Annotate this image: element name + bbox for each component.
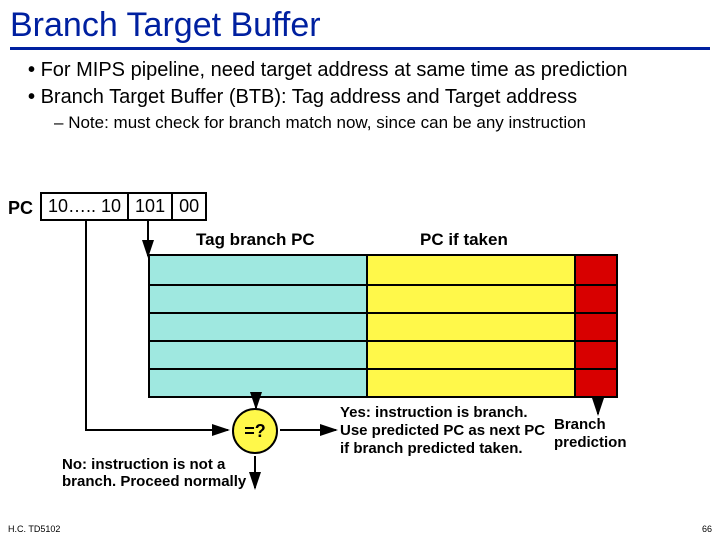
bullet-list: For MIPS pipeline, need target address a… bbox=[0, 58, 720, 133]
table-row bbox=[150, 256, 616, 284]
target-column-header: PC if taken bbox=[420, 230, 508, 250]
footer-left: H.C. TD5102 bbox=[8, 524, 60, 534]
btb-table bbox=[148, 254, 618, 398]
tag-column-header: Tag branch PC bbox=[196, 230, 315, 250]
pc-label: PC bbox=[8, 198, 33, 219]
table-row bbox=[150, 312, 616, 340]
branch-prediction-label: Branch prediction bbox=[554, 416, 654, 452]
target-cell bbox=[368, 256, 576, 284]
target-cell bbox=[368, 370, 576, 396]
no-match-text: No: instruction is not a branch. Proceed… bbox=[62, 456, 262, 490]
table-row bbox=[150, 284, 616, 312]
pc-low-bits: 00 bbox=[173, 194, 205, 219]
prediction-cell bbox=[576, 314, 616, 340]
tag-cell bbox=[150, 286, 368, 312]
prediction-cell bbox=[576, 370, 616, 396]
target-cell bbox=[368, 314, 576, 340]
prediction-cell bbox=[576, 256, 616, 284]
bullet-1: For MIPS pipeline, need target address a… bbox=[28, 58, 692, 83]
target-cell bbox=[368, 342, 576, 368]
prediction-cell bbox=[576, 342, 616, 368]
tag-cell bbox=[150, 342, 368, 368]
tag-cell bbox=[150, 256, 368, 284]
title-underline bbox=[10, 47, 710, 50]
prediction-cell bbox=[576, 286, 616, 312]
target-cell bbox=[368, 286, 576, 312]
bullet-2: Branch Target Buffer (BTB): Tag address … bbox=[28, 85, 692, 110]
pc-register: 10….. 10 101 00 bbox=[40, 192, 207, 221]
page-number: 66 bbox=[702, 524, 712, 534]
pc-high-bits: 10….. 10 bbox=[42, 194, 129, 219]
yes-match-text: Yes: instruction is branch. Use predicte… bbox=[340, 404, 550, 458]
pc-index-bits: 101 bbox=[129, 194, 173, 219]
comparator: =? bbox=[232, 408, 278, 454]
btb-diagram: PC 10….. 10 101 00 Tag branch PC PC if t… bbox=[0, 188, 720, 518]
tag-cell bbox=[150, 314, 368, 340]
sub-bullet: Note: must check for branch match now, s… bbox=[28, 112, 692, 133]
table-row bbox=[150, 340, 616, 368]
table-row bbox=[150, 368, 616, 396]
tag-cell bbox=[150, 370, 368, 396]
slide-title: Branch Target Buffer bbox=[0, 0, 720, 45]
